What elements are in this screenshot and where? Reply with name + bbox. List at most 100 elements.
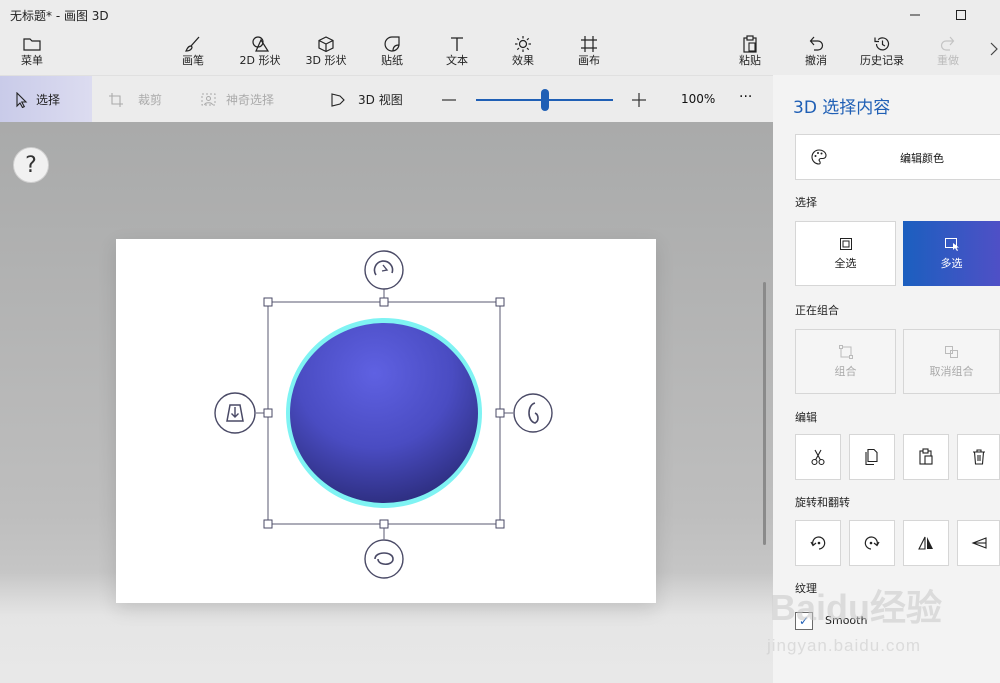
sticker-icon [384,36,400,52]
history-label: 历史记录 [860,54,904,67]
undo-icon [809,36,824,51]
zoom-slider[interactable] [476,89,613,111]
plus-icon [632,93,646,107]
copy-button[interactable] [849,434,895,480]
crop-label: 裁剪 [138,93,163,107]
resize-handle-right[interactable] [495,408,505,418]
canvas-button[interactable]: 画布 [561,34,617,72]
resize-handle-left[interactable] [263,408,273,418]
rotate-bottom-control[interactable] [364,539,404,579]
shapes-2d-icon [252,36,270,52]
more-options-button[interactable]: ··· [739,89,752,105]
effects-label: 效果 [512,54,534,67]
magic-select-tool[interactable]: 神奇选择 [200,76,274,123]
rotate-top-control[interactable] [364,250,404,290]
folder-icon [23,38,41,51]
minimize-button[interactable] [892,0,938,30]
title-bar: 无标题* - 画图 3D [0,0,1000,30]
push-pull-left-control[interactable] [214,392,256,434]
smooth-checkbox[interactable]: ✓ [795,612,813,630]
zoom-out-button[interactable] [440,92,458,108]
resize-handle-top-left[interactable] [263,297,273,307]
undo-label: 撤消 [805,54,827,67]
redo-button[interactable]: 重做 [920,34,976,72]
scissors-icon [811,449,825,466]
flip-vertical-button[interactable] [957,520,1000,566]
delete-button[interactable] [957,434,1000,480]
rotate-right-button[interactable] [849,520,895,566]
text-button[interactable]: 文本 [429,34,485,72]
select-all-icon [839,237,852,250]
brushes-label: 画笔 [182,54,204,67]
flip-horizontal-button[interactable] [903,520,949,566]
effects-button[interactable]: 效果 [495,34,551,72]
shapes-3d-button[interactable]: 3D 形状 [298,34,354,72]
edit-section-header: 编辑 [795,411,817,424]
crop-tool[interactable]: 裁剪 [108,76,162,123]
paste-panel-button[interactable] [903,434,949,480]
undo-button[interactable]: 撤消 [788,34,844,72]
main-toolbar: 菜单 画笔 2D 形状 3D 形状 贴纸 文本 效果 画布 粘贴 撤消 历史记录 [0,30,1000,75]
ungroup-icon [944,345,958,358]
edit-color-label: 编辑颜色 [900,152,944,165]
stickers-button[interactable]: 贴纸 [364,34,420,72]
shapes-2d-button[interactable]: 2D 形状 [232,34,288,72]
edit-color-button[interactable]: 编辑颜色 [795,134,1000,180]
canvas-icon [581,36,597,52]
redo-icon [940,36,955,51]
toolbar-overflow-chevron[interactable] [988,35,1000,71]
help-button[interactable]: ? [13,147,49,183]
smooth-label: Smooth [825,614,868,627]
canvas-scrollbar[interactable] [763,282,766,545]
brushes-button[interactable]: 画笔 [165,34,221,72]
maximize-button[interactable] [938,0,984,30]
multi-select-button[interactable]: 多选 [903,221,1000,286]
paste-icon [743,35,757,53]
history-button[interactable]: 历史记录 [854,34,910,72]
paste-button[interactable]: 粘贴 [722,34,778,72]
resize-handle-top[interactable] [379,297,389,307]
sun-icon [515,36,531,52]
menu-label: 菜单 [21,54,43,67]
drawing-canvas[interactable] [116,239,656,603]
question-icon: ? [25,152,37,178]
resize-handle-bottom-left[interactable] [263,519,273,529]
redo-label: 重做 [937,54,959,67]
group-button[interactable]: 组合 [795,329,896,394]
zoom-slider-thumb[interactable] [541,89,549,111]
rotate-left-button[interactable] [795,520,841,566]
view-3d-toggle[interactable]: 3D 视图 [330,76,403,123]
zoom-in-button[interactable] [630,91,648,109]
select-tool[interactable]: 选择 [0,76,92,123]
shapes-3d-label: 3D 形状 [305,54,347,67]
resize-handle-bottom[interactable] [379,519,389,529]
sphere-object[interactable] [286,318,482,508]
history-icon [874,37,890,51]
magic-select-icon [201,93,216,105]
canvas-area[interactable]: ? [0,122,773,683]
resize-handle-top-right[interactable] [495,297,505,307]
menu-button[interactable]: 菜单 [4,34,60,72]
grouping-section-header: 正在组合 [795,304,839,317]
rotate-right-icon [864,536,880,550]
ungroup-button[interactable]: 取消组合 [903,329,1000,394]
chevron-right-icon [990,42,998,56]
magic-select-label: 神奇选择 [226,93,275,107]
ungroup-label: 取消组合 [929,364,974,378]
cube-icon [318,36,334,53]
shapes-2d-label: 2D 形状 [239,54,281,67]
sphere-body [290,323,478,503]
texture-section-header: 纹理 [795,582,817,595]
group-label: 组合 [834,364,857,378]
text-icon [451,37,463,51]
minimize-icon [910,14,920,16]
select-all-button[interactable]: 全选 [795,221,896,286]
maximize-icon [956,10,966,20]
select-label: 选择 [36,93,61,107]
cut-button[interactable] [795,434,841,480]
flip-vertical-icon [970,537,987,549]
side-panel: 3D 选择内容 编辑颜色 选择 全选 多选 正在组合 组合 取消组合 编辑 旋转… [773,75,1000,683]
resize-handle-bottom-right[interactable] [495,519,505,529]
selection-section-header: 选择 [795,196,817,209]
rotate-right-control[interactable] [513,393,553,433]
